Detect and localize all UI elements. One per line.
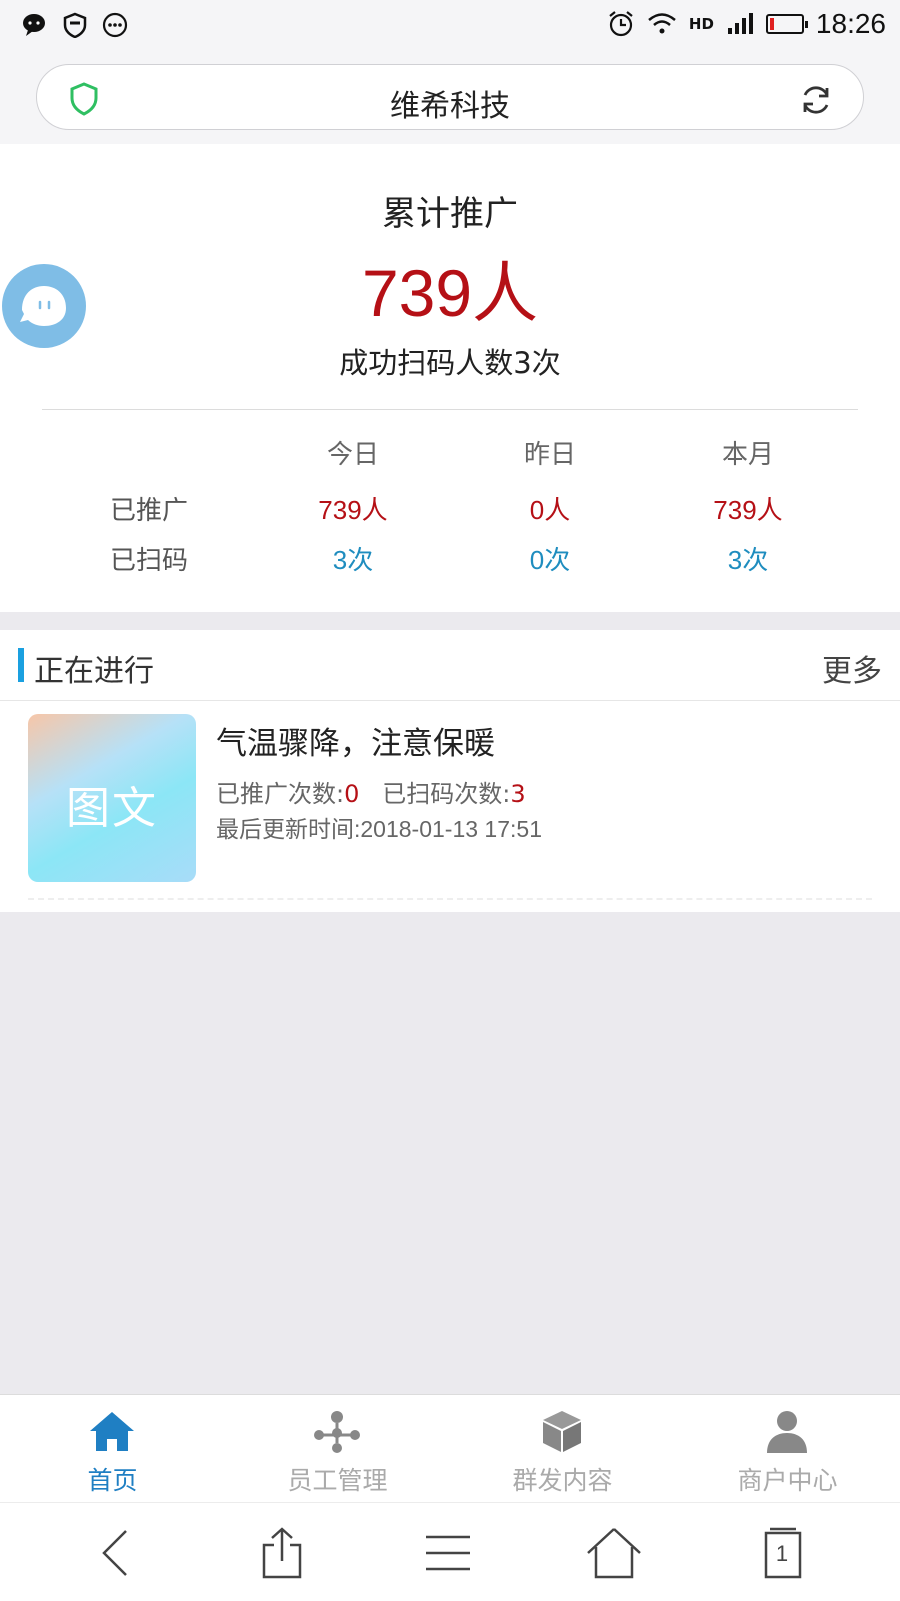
- wechat-icon: [23, 14, 45, 36]
- stats-value: 0人: [529, 495, 571, 525]
- home-outline-icon[interactable]: [584, 1525, 644, 1581]
- stats-header-month: 本月: [721, 439, 774, 469]
- scan-label: 已扫码次数:: [382, 780, 511, 808]
- tab-count: 1: [775, 1541, 789, 1566]
- signal-icon: [727, 13, 753, 34]
- scan-value: 3: [510, 780, 526, 808]
- summary-subtitle: 成功扫码人数3次: [339, 346, 561, 380]
- summary-card: 累计推广 739人 成功扫码人数3次 今日 昨日 本月 已推广 739人 0人 …: [0, 144, 900, 612]
- ongoing-section: 正在进行 更多 图文 气温骤降，注意保暖 已推广次数:0 已扫码次数:3 最后更…: [0, 630, 900, 912]
- more-circle-icon: [102, 12, 128, 38]
- page-title: 维希科技: [390, 89, 510, 124]
- stats-value: 739人: [713, 495, 783, 525]
- promo-label: 已推广次数:: [216, 780, 345, 808]
- summary-count: 739人: [361, 256, 539, 330]
- stats-row-label: 已扫码: [110, 546, 189, 576]
- stats-value: 0次: [529, 545, 571, 575]
- more-link[interactable]: 更多: [822, 646, 882, 690]
- tab-label: 员工管理: [287, 1466, 388, 1495]
- stats-header-yesterday: 昨日: [523, 439, 576, 469]
- shield-face-icon: [63, 12, 87, 38]
- address-bar: 维希科技: [0, 56, 900, 144]
- dashed-divider: [28, 898, 872, 900]
- summary-title: 累计推广: [382, 194, 518, 234]
- stats-value: 3次: [727, 545, 769, 575]
- item-updated-time: 最后更新时间:2018-01-13 17:51: [216, 816, 542, 842]
- user-icon: [767, 1411, 807, 1453]
- share-icon[interactable]: [252, 1525, 312, 1581]
- browser-toolbar: 1: [0, 1502, 900, 1601]
- stats-value: 3次: [332, 545, 374, 575]
- network-label: HD: [688, 15, 714, 33]
- tab-label: 首页: [87, 1466, 138, 1495]
- tab-staff[interactable]: 员工管理: [225, 1395, 450, 1503]
- item-title: 气温骤降，注意保暖: [216, 726, 495, 762]
- wifi-icon: [648, 13, 676, 34]
- divider: [42, 409, 858, 410]
- tab-home[interactable]: 首页: [0, 1395, 225, 1503]
- clock: 18:26: [815, 8, 886, 39]
- menu-icon[interactable]: [418, 1525, 478, 1581]
- tab-label: 群发内容: [512, 1466, 613, 1495]
- section-header: 正在进行 更多: [0, 630, 900, 701]
- tab-broadcast[interactable]: 群发内容: [450, 1395, 675, 1503]
- promo-value: 0: [344, 780, 360, 808]
- status-bar: HD 18:26: [0, 0, 900, 56]
- home-icon: [90, 1412, 134, 1451]
- item-meta: 已推广次数:0 已扫码次数:3: [216, 774, 526, 809]
- stats-value: 739人: [318, 495, 388, 525]
- thumbnail-label: 图文: [66, 783, 158, 834]
- section-title: 正在进行: [34, 654, 154, 689]
- tab-label: 商户中心: [737, 1466, 838, 1495]
- tab-bar: 首页 员工管理 群发内容 商户中心: [0, 1394, 900, 1503]
- network-icon: [314, 1411, 360, 1453]
- box-icon: [543, 1411, 581, 1452]
- refresh-icon[interactable]: [799, 83, 833, 117]
- stats-row-promoted: 已推广 739人 0人 739人: [0, 490, 900, 530]
- item-thumbnail: 图文: [28, 714, 196, 882]
- tab-merchant[interactable]: 商户中心: [675, 1395, 900, 1503]
- tabs-button[interactable]: 1: [752, 1525, 812, 1581]
- alarm-icon: [609, 11, 633, 37]
- url-field[interactable]: 维希科技: [36, 64, 864, 130]
- stats-header-today: 今日: [326, 439, 379, 469]
- section-accent-bar: [18, 648, 24, 682]
- battery-icon: [765, 14, 808, 34]
- back-icon[interactable]: [86, 1525, 146, 1581]
- assistant-bubble-icon[interactable]: [2, 264, 86, 348]
- stats-row-label: 已推广: [110, 496, 189, 526]
- stats-row-scanned: 已扫码 3次 0次 3次: [0, 540, 900, 580]
- stats-header-row: 今日 昨日 本月: [0, 434, 900, 474]
